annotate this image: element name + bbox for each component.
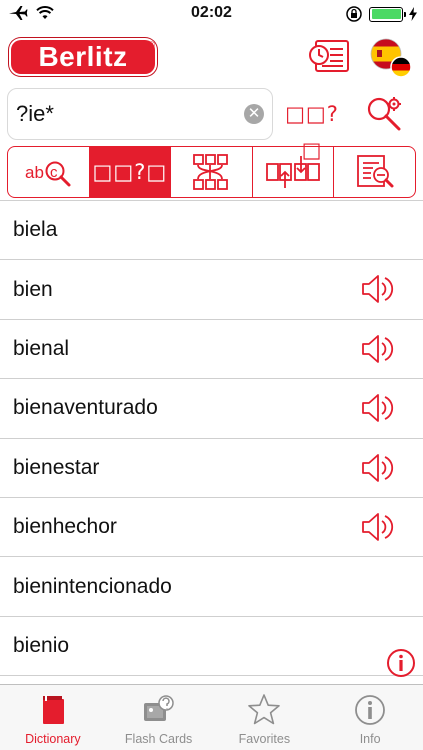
- tab-flash-cards[interactable]: Flash Cards: [106, 685, 212, 750]
- tab-bar: Dictionary Flash Cards Favorites Info: [0, 684, 423, 750]
- speaker-icon[interactable]: [360, 333, 396, 365]
- tab-label: Dictionary: [25, 732, 81, 746]
- word-row-bienaventurado[interactable]: bienaventurado: [0, 379, 423, 439]
- word-text: bienal: [13, 336, 70, 360]
- charging-icon: [409, 7, 417, 21]
- word-row-bien[interactable]: bien: [0, 260, 423, 320]
- word-row-bienestar[interactable]: bienestar: [0, 439, 423, 498]
- mode-fulltext[interactable]: [334, 147, 415, 197]
- word-row-biela[interactable]: biela: [0, 201, 423, 261]
- svg-text:ab: ab: [25, 163, 44, 182]
- history-list-icon[interactable]: [308, 38, 350, 74]
- svg-text:c: c: [50, 164, 58, 181]
- tab-info[interactable]: Info: [317, 685, 423, 750]
- logo-text: Berlitz: [38, 41, 128, 72]
- word-row-bienhechor[interactable]: bienhechor: [0, 498, 423, 558]
- rotation-lock-icon: [346, 6, 362, 22]
- speaker-icon[interactable]: [360, 452, 396, 484]
- word-list: biela bien bienal bienaventurado bienest…: [0, 200, 423, 684]
- info-icon[interactable]: [386, 648, 416, 678]
- header: Berlitz ®: [0, 28, 423, 84]
- speaker-icon[interactable]: [360, 392, 396, 424]
- mode-spelling[interactable]: ab c: [8, 147, 90, 197]
- mode-anagram[interactable]: [171, 147, 253, 197]
- speaker-icon[interactable]: [360, 511, 396, 543]
- logo-registered-mark: ®: [148, 40, 155, 50]
- word-text: bienaventurado: [13, 396, 158, 420]
- word-text: bien: [13, 277, 53, 301]
- mode-wildcard[interactable]: □□?□: [89, 147, 172, 197]
- berlitz-logo: Berlitz ®: [9, 38, 157, 76]
- tab-dictionary[interactable]: Dictionary: [0, 685, 106, 750]
- word-text: bienio: [13, 633, 70, 657]
- info-icon: [355, 695, 386, 725]
- book-icon: [42, 695, 64, 724]
- battery-level: [371, 9, 401, 19]
- tab-label: Info: [359, 732, 381, 746]
- battery-icon: [369, 6, 406, 22]
- speaker-icon[interactable]: [360, 273, 396, 305]
- spanish-german-flags-icon[interactable]: [366, 34, 414, 82]
- word-row-bienio[interactable]: bienio: [0, 617, 423, 677]
- search-input[interactable]: [16, 99, 236, 129]
- status-bar: 02:02: [0, 0, 423, 28]
- search-settings-icon[interactable]: [364, 94, 404, 134]
- spellcheck-search-icon: ab c: [25, 161, 71, 187]
- clear-icon[interactable]: ✕: [244, 104, 264, 124]
- fulltext-search-icon: [356, 155, 394, 188]
- tab-label: Flash Cards: [124, 732, 193, 746]
- wildcard-mode-label: □□?□: [92, 160, 168, 184]
- word-text: biela: [13, 218, 58, 242]
- mode-word-builder[interactable]: [253, 147, 335, 197]
- word-row-bienal[interactable]: bienal: [0, 320, 423, 380]
- wildcard-pattern-button[interactable]: □□?□: [283, 96, 341, 162]
- tab-label: Favorites: [238, 732, 291, 746]
- anagram-icon: [193, 154, 229, 190]
- tab-favorites[interactable]: Favorites: [212, 685, 318, 750]
- flash-cards-icon: [143, 695, 174, 721]
- star-icon: [248, 694, 281, 725]
- search-mode-toolbar: ab c □□?□: [7, 146, 416, 198]
- word-text: bienintencionado: [13, 574, 172, 598]
- word-row-bienintencionado[interactable]: bienintencionado: [0, 557, 423, 617]
- word-builder-icon: [266, 156, 320, 188]
- word-text: bienhechor: [13, 515, 117, 539]
- word-text: bienestar: [13, 455, 100, 479]
- search-box: ✕: [7, 88, 273, 140]
